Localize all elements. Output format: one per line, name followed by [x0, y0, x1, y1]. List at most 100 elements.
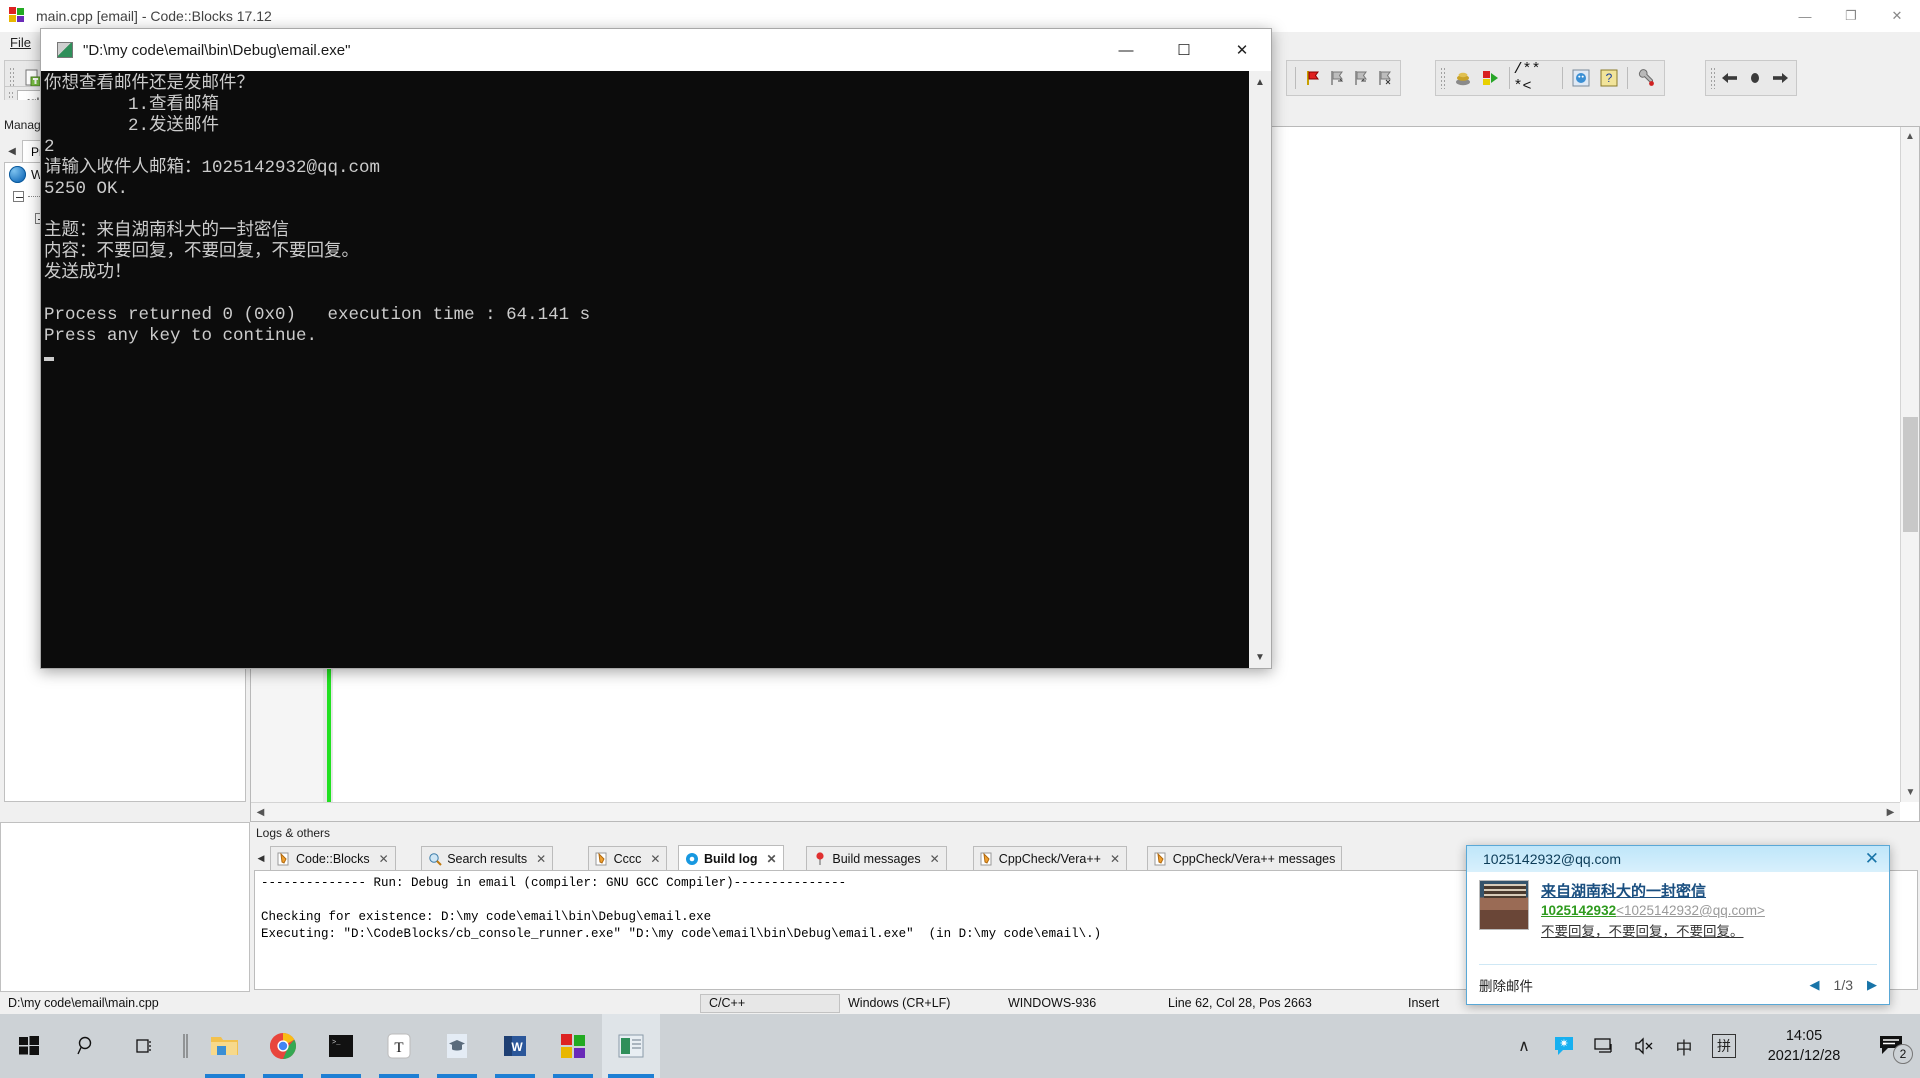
log-tab-label: Build messages — [832, 851, 921, 866]
flag-clear-icon[interactable] — [1372, 63, 1396, 93]
scroll-thumb[interactable] — [1903, 417, 1918, 532]
mail-sender-name[interactable]: 1025142932 — [1541, 903, 1616, 918]
log-tab-cccc[interactable]: Cccc ✕ — [587, 846, 668, 870]
clock-date: 2021/12/28 — [1767, 1048, 1841, 1064]
ime-pinyin-icon[interactable]: 拼 — [1712, 1034, 1736, 1058]
toolbar-separator — [1627, 67, 1629, 89]
nav-stop-icon[interactable] — [1743, 63, 1768, 93]
close-icon[interactable]: ✕ — [1865, 848, 1879, 870]
show-hidden-icons[interactable]: ∧ — [1504, 1014, 1544, 1078]
console-scrollbar[interactable]: ▲ ▼ — [1249, 71, 1271, 668]
mail-snippet[interactable]: 不要回复，不要回复，不要回复。 — [1541, 920, 1877, 940]
svg-text:?: ? — [1606, 71, 1613, 85]
minimize-button[interactable]: — — [1782, 0, 1828, 32]
editor-vertical-scrollbar[interactable]: ▲ ▼ — [1900, 127, 1919, 802]
clock[interactable]: 14:05 2021/12/28 — [1744, 1014, 1864, 1078]
notification-center-button[interactable]: 2 — [1864, 1014, 1920, 1078]
scroll-right-icon[interactable]: ▶ — [1881, 807, 1900, 818]
wrench-icon[interactable] — [1632, 63, 1660, 93]
word-icon[interactable]: W — [486, 1014, 544, 1078]
log-tab-label: Code::Blocks — [296, 851, 370, 866]
console-maximize-button[interactable]: ☐ — [1155, 29, 1213, 71]
console-scroll-down-icon[interactable]: ▼ — [1249, 646, 1271, 668]
nav-forward-icon[interactable] — [1767, 63, 1792, 93]
log-tab-build-log[interactable]: Build log ✕ — [678, 845, 784, 871]
pencil-icon — [980, 852, 994, 866]
console-body[interactable]: 你想查看邮件还是发邮件？ 1.查看邮箱 2.发送邮件 2 请输入收件人邮箱：10… — [41, 71, 1271, 668]
close-icon[interactable]: ✕ — [1110, 852, 1120, 866]
qq-icon[interactable]: ✷ — [1544, 1014, 1584, 1078]
log-tab-build-messages[interactable]: Build messages ✕ — [806, 846, 947, 870]
chrome-icon[interactable] — [254, 1014, 312, 1078]
close-icon[interactable]: ✕ — [379, 852, 389, 866]
task-view-icon[interactable] — [116, 1014, 174, 1078]
console-scroll-up-icon[interactable]: ▲ — [1249, 71, 1271, 93]
mail-pager: ◀ 1/3 ▶ — [1810, 977, 1877, 993]
flag-red-icon[interactable] — [1300, 63, 1324, 93]
console-minimize-button[interactable]: — — [1097, 29, 1155, 71]
codeblocks-icon[interactable] — [544, 1014, 602, 1078]
toolbar-grip[interactable] — [1710, 67, 1715, 89]
volume-muted-icon[interactable] — [1624, 1014, 1664, 1078]
next-mail-icon[interactable]: ▶ — [1867, 977, 1877, 993]
console-caret — [44, 357, 54, 361]
codeblocks-app-icon — [9, 7, 27, 25]
file-explorer-icon[interactable] — [196, 1014, 254, 1078]
window-controls: — ❐ ✕ — [1782, 0, 1920, 32]
delete-mail-button[interactable]: 删除邮件 — [1479, 975, 1533, 995]
log-tab-cppcheck-vera[interactable]: CppCheck/Vera++ ✕ — [972, 846, 1128, 870]
log-tab-code-blocks[interactable]: Code::Blocks ✕ — [270, 846, 396, 870]
flag-prev-icon[interactable] — [1348, 63, 1372, 93]
close-icon[interactable]: ✕ — [536, 852, 546, 866]
prev-mail-icon[interactable]: ◀ — [1810, 977, 1820, 993]
logs-tab-scroll-left[interactable]: ◀ — [254, 848, 268, 868]
log-tab-search-results[interactable]: Search results ✕ — [421, 846, 554, 870]
ime-chinese-icon[interactable]: 中 — [1664, 1014, 1704, 1078]
mail-subject-link[interactable]: 来自湖南科大的一封密信 — [1541, 880, 1877, 901]
collapse-icon[interactable] — [13, 190, 24, 202]
console-window-icon[interactable] — [602, 1014, 660, 1078]
mail-sender: 1025142932<1025142932@qq.com> — [1541, 903, 1877, 918]
build-icon[interactable] — [1449, 63, 1477, 93]
scroll-down-icon[interactable]: ▼ — [1901, 783, 1919, 802]
close-icon[interactable]: ✕ — [650, 852, 660, 866]
console-titlebar: "D:\my code\email\bin\Debug\email.exe" —… — [41, 29, 1271, 71]
close-button[interactable]: ✕ — [1874, 0, 1920, 32]
qq-popup-body: 来自湖南科大的一封密信 1025142932<1025142932@qq.com… — [1467, 872, 1889, 958]
globe-icon — [9, 165, 26, 183]
help-icon[interactable]: ? — [1595, 63, 1623, 93]
graduate-icon[interactable] — [428, 1014, 486, 1078]
scroll-up-icon[interactable]: ▲ — [1901, 127, 1919, 146]
logs-panel-title: Logs & others — [256, 826, 331, 840]
editor-horizontal-scrollbar[interactable]: ◀ ▶ — [251, 802, 1900, 821]
left-bottom-dock — [0, 822, 250, 992]
svg-text:T: T — [394, 1040, 403, 1056]
network-icon[interactable] — [1584, 1014, 1624, 1078]
doc-block-icon[interactable]: /** *< — [1513, 61, 1558, 95]
log-tab-cppcheck-vera-messages[interactable]: CppCheck/Vera++ messages — [1146, 846, 1343, 870]
manager-tab-scroll-left[interactable]: ◀ — [4, 142, 20, 160]
smiley-icon[interactable] — [1567, 63, 1595, 93]
toolbar-grip[interactable] — [1440, 67, 1446, 89]
log-tab-label: CppCheck/Vera++ messages — [1172, 851, 1336, 866]
search-icon[interactable] — [58, 1014, 116, 1078]
console-close-button[interactable]: ✕ — [1213, 29, 1271, 71]
run-icon[interactable] — [1477, 63, 1505, 93]
typora-icon[interactable]: T — [370, 1014, 428, 1078]
mail-sender-address: <1025142932@qq.com> — [1616, 903, 1765, 918]
window-title: main.cpp [email] - Code::Blocks 17.12 — [36, 8, 272, 24]
menu-item-file[interactable]: File — [4, 35, 37, 50]
close-icon[interactable]: ✕ — [766, 852, 776, 866]
close-icon[interactable]: ✕ — [930, 852, 940, 866]
page-indicator: 1/3 — [1833, 976, 1853, 993]
qq-popup-header: 1025142932@qq.com ✕ — [1467, 846, 1889, 872]
nav-back-icon[interactable] — [1718, 63, 1743, 93]
console-title-text: "D:\my code\email\bin\Debug\email.exe" — [83, 41, 351, 59]
flag-next-icon[interactable] — [1324, 63, 1348, 93]
svg-text:>_: >_ — [332, 1039, 341, 1047]
restore-button[interactable]: ❐ — [1828, 0, 1874, 32]
terminal-icon[interactable]: >_ — [312, 1014, 370, 1078]
scroll-left-icon[interactable]: ◀ — [251, 807, 270, 818]
start-button[interactable] — [0, 1014, 58, 1078]
svg-text:W: W — [511, 1040, 523, 1054]
